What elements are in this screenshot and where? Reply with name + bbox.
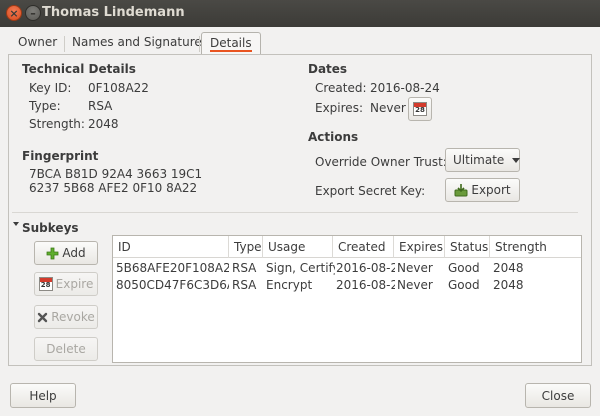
table-row[interactable]: 5B68AFE20F108A22 RSA Sign, Certify 2016-… xyxy=(113,260,581,277)
subkeys-expander-icon[interactable] xyxy=(13,222,19,226)
subkey-status: Good xyxy=(448,261,480,275)
column-header-type[interactable]: Type xyxy=(229,236,263,258)
revoke-subkey-button[interactable]: Revoke xyxy=(34,305,98,329)
tab-details-label: Details xyxy=(210,36,252,52)
change-expiry-button[interactable]: 28 xyxy=(408,97,432,121)
fingerprint-line-1: 7BCA B81D 92A4 3663 19C1 xyxy=(29,167,203,181)
fingerprint-line-2: 6237 5B68 AFE2 0F10 8A22 xyxy=(29,181,198,195)
subkey-strength: 2048 xyxy=(493,278,524,292)
key-properties-window: × – Thomas Lindemann Owner Names and Sig… xyxy=(0,0,600,416)
expires-label: Expires: xyxy=(315,101,363,115)
fingerprint-heading: Fingerprint xyxy=(22,149,99,163)
column-header-status[interactable]: Status xyxy=(445,236,490,258)
revoke-icon xyxy=(37,312,48,323)
subkey-created: 2016-08-24 xyxy=(336,278,395,292)
type-label: Type: xyxy=(29,99,61,113)
tab-separator xyxy=(199,36,200,52)
column-header-strength[interactable]: Strength xyxy=(490,236,581,258)
dates-heading: Dates xyxy=(308,62,348,76)
subkey-usage: Sign, Certify xyxy=(266,261,335,275)
created-label: Created: xyxy=(315,81,367,95)
created-value: 2016-08-24 xyxy=(370,81,440,95)
add-subkey-label: Add xyxy=(62,246,86,260)
subkey-status: Good xyxy=(448,278,480,292)
export-button[interactable]: Export xyxy=(445,178,520,202)
subkey-strength: 2048 xyxy=(493,261,524,275)
key-id-label: Key ID: xyxy=(29,81,72,95)
technical-details-heading: Technical Details xyxy=(22,62,136,76)
export-icon xyxy=(454,183,468,197)
help-button[interactable]: Help xyxy=(10,383,76,408)
subkey-id: 5B68AFE20F108A22 xyxy=(116,261,229,275)
export-button-label: Export xyxy=(471,183,511,197)
tab-details[interactable]: Details xyxy=(201,32,261,54)
table-row[interactable]: 8050CD47F6C3D6AC RSA Encrypt 2016-08-24 … xyxy=(113,277,581,294)
calendar-icon-day: 28 xyxy=(415,106,425,114)
close-window-icon[interactable]: × xyxy=(6,5,22,21)
subkeys-table[interactable]: ID Type Usage Created Expires Status Str… xyxy=(112,235,582,363)
delete-subkey-button[interactable]: Delete xyxy=(34,337,98,361)
tab-separator xyxy=(64,36,65,52)
strength-label: Strength: xyxy=(29,117,85,131)
tab-owner[interactable]: Owner xyxy=(10,32,65,54)
column-header-expires[interactable]: Expires xyxy=(394,236,445,258)
title-bar: × – Thomas Lindemann xyxy=(0,0,600,27)
minimize-window-icon[interactable]: – xyxy=(25,5,41,21)
expire-subkey-button[interactable]: 28 Expire xyxy=(34,272,98,296)
column-header-usage[interactable]: Usage xyxy=(263,236,333,258)
expires-value: Never xyxy=(370,101,406,115)
owner-trust-dropdown[interactable]: Ultimate xyxy=(445,148,521,172)
actions-heading: Actions xyxy=(308,130,359,144)
column-header-created[interactable]: Created xyxy=(333,236,394,258)
owner-trust-value: Ultimate xyxy=(453,153,505,167)
subkey-type: RSA xyxy=(232,261,257,275)
subkeys-table-header: ID Type Usage Created Expires Status Str… xyxy=(113,236,581,258)
subkey-expires: Never xyxy=(397,261,433,275)
tab-names-and-signatures[interactable]: Names and Signatures xyxy=(64,32,216,54)
revoke-subkey-label: Revoke xyxy=(51,310,95,324)
delete-subkey-label: Delete xyxy=(46,342,86,356)
override-owner-trust-label: Override Owner Trust: xyxy=(315,155,447,169)
expire-calendar-day: 28 xyxy=(40,281,51,289)
strength-value: 2048 xyxy=(88,117,119,131)
expire-subkey-label: Expire xyxy=(55,277,94,291)
calendar-icon: 28 xyxy=(38,277,53,291)
subkey-id: 8050CD47F6C3D6AC xyxy=(116,278,229,292)
key-id-value: 0F108A22 xyxy=(88,81,149,95)
subkey-type: RSA xyxy=(232,278,257,292)
plus-icon xyxy=(46,247,59,260)
chevron-down-icon xyxy=(512,157,521,163)
subkey-created: 2016-08-24 xyxy=(336,261,395,275)
section-separator xyxy=(12,212,578,213)
type-value: RSA xyxy=(88,99,113,113)
subkeys-heading[interactable]: Subkeys xyxy=(22,221,79,235)
subkey-expires: Never xyxy=(397,278,433,292)
window-title: Thomas Lindemann xyxy=(42,5,185,20)
calendar-icon: 28 xyxy=(413,102,427,116)
column-header-id[interactable]: ID xyxy=(113,236,229,258)
subkey-usage: Encrypt xyxy=(266,278,313,292)
close-button[interactable]: Close xyxy=(525,383,591,408)
add-subkey-button[interactable]: Add xyxy=(34,241,98,265)
export-secret-key-label: Export Secret Key: xyxy=(315,184,426,198)
